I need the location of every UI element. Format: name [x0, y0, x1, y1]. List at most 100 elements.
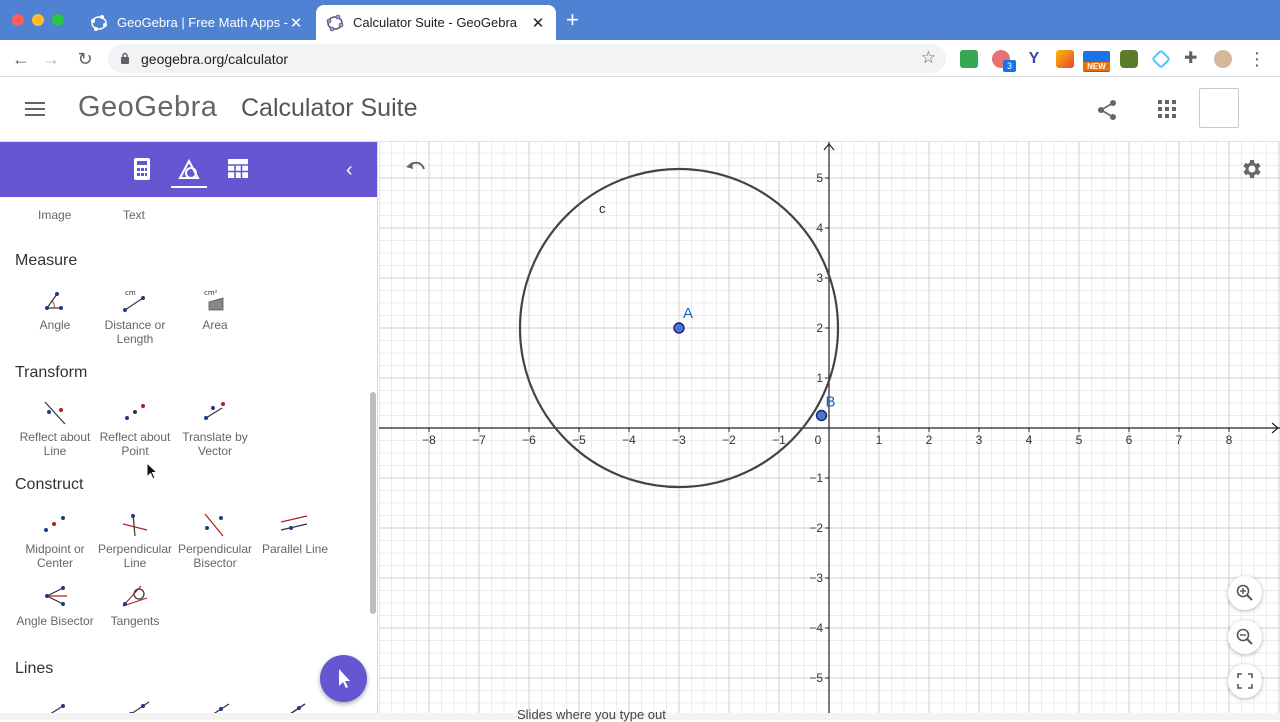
y-tick-label: −1 — [809, 471, 823, 485]
tool-angle[interactable]: Angle — [15, 286, 95, 332]
extension-badge: 3 — [1003, 60, 1016, 72]
share-icon[interactable] — [1096, 99, 1118, 121]
undo-icon[interactable] — [405, 158, 427, 178]
tool-label: Angle — [39, 318, 71, 332]
tool-angle-bisector[interactable]: Angle Bisector — [15, 582, 95, 628]
graphics-view[interactable]: −8 −7 −6 −5 −4 −3 −2 −1 0 1 2 3 4 5 6 7 8 5 4 3 2 1 −1 −2 −3 −4 −5… — [379, 142, 1280, 720]
x-tick-label: −4 — [622, 433, 636, 447]
fullscreen-icon — [1237, 673, 1253, 689]
omnibox[interactable]: geogebra.org/calculator ☆ — [108, 44, 946, 73]
back-icon[interactable]: ← — [10, 48, 32, 70]
parallel-line-icon — [280, 515, 308, 531]
extension-bolt-icon[interactable] — [1056, 50, 1074, 68]
x-tick-label: 7 — [1176, 433, 1183, 447]
profile-image[interactable] — [1199, 88, 1239, 128]
point-a — [673, 322, 685, 334]
zoom-in-icon — [1236, 584, 1253, 601]
panel-scrollbar[interactable] — [370, 392, 376, 614]
tool-perpendicular-line[interactable]: Perpendicular Line — [95, 510, 175, 570]
tool-parallel-line[interactable]: Parallel Line — [255, 510, 335, 556]
close-window-button[interactable] — [12, 14, 24, 26]
extension-new-label: NEW — [1083, 62, 1110, 71]
extension-camera-icon[interactable] — [1120, 50, 1138, 68]
x-tick-label: −7 — [472, 433, 486, 447]
tab-title: GeoGebra | Free Math Apps - u — [117, 15, 288, 30]
move-tool-button[interactable] — [320, 655, 367, 702]
point-a-label: A — [683, 305, 693, 322]
x-tick-label: −2 — [722, 433, 736, 447]
hamburger-menu-icon[interactable] — [25, 102, 45, 116]
tool-label: Midpoint or Center — [25, 542, 85, 570]
extension-new-icon[interactable]: NEW — [1083, 51, 1110, 72]
forward-icon[interactable]: → — [40, 48, 62, 70]
x-tick-label: −1 — [772, 433, 786, 447]
browser-tab[interactable]: GeoGebra | Free Math Apps - u ✕ — [80, 5, 314, 40]
tool-text[interactable]: Text — [123, 208, 145, 222]
tool-perpendicular-bisector[interactable]: Perpendicular Bisector — [175, 510, 255, 570]
tool-distance[interactable]: cm Distance or Length — [95, 286, 175, 346]
table-icon[interactable] — [226, 156, 250, 182]
tool-image[interactable]: Image — [38, 208, 71, 222]
zoom-out-button[interactable] — [1228, 620, 1262, 654]
collapse-panel-icon[interactable]: ‹ — [346, 159, 362, 181]
x-tick-label: 3 — [976, 433, 983, 447]
app-title: Calculator Suite — [241, 94, 418, 122]
zoom-out-icon — [1236, 628, 1253, 645]
algebra-calculator-icon[interactable] — [130, 156, 154, 182]
maximize-window-button[interactable] — [52, 14, 64, 26]
new-tab-button[interactable]: + — [566, 9, 579, 31]
x-tick-label: −8 — [422, 433, 436, 447]
tool-midpoint[interactable]: Midpoint or Center — [15, 510, 95, 570]
perpendicular-line-icon — [122, 513, 148, 537]
y-tick-label: −3 — [809, 571, 823, 585]
fullscreen-button[interactable] — [1228, 664, 1262, 698]
x-tick-label: 1 — [876, 433, 883, 447]
close-tab-icon[interactable]: ✕ — [288, 14, 304, 32]
apps-grid-icon[interactable] — [1158, 100, 1176, 118]
zoom-in-button[interactable] — [1228, 576, 1262, 610]
extension-sheets-icon[interactable] — [960, 50, 978, 68]
tool-label: Reflect about Line — [19, 430, 91, 458]
geogebra-favicon-icon — [91, 14, 107, 31]
tab-title: Calculator Suite - GeoGebra — [353, 15, 518, 30]
browser-tab-active[interactable]: Calculator Suite - GeoGebra ✕ — [316, 5, 556, 40]
settings-gear-icon[interactable] — [1239, 157, 1263, 181]
circle-label: c — [599, 201, 606, 216]
tool-label: Reflect about Point — [99, 430, 171, 458]
y-tick-label: −4 — [809, 621, 823, 635]
tool-tangents[interactable]: Tangents — [95, 582, 175, 628]
panel-toolbar: ‹ — [0, 142, 377, 197]
midpoint-icon — [44, 516, 65, 532]
profile-avatar-icon[interactable] — [1214, 50, 1232, 68]
x-tick-label: 4 — [1026, 433, 1033, 447]
tool-translate-vector[interactable]: Translate by Vector — [175, 398, 255, 458]
angle-bisector-icon — [45, 586, 67, 606]
x-tick-label: 5 — [1076, 433, 1083, 447]
tool-area[interactable]: cm² Area — [175, 286, 255, 332]
url-text: geogebra.org/calculator — [141, 51, 289, 67]
y-tick-label: −5 — [809, 671, 823, 685]
point-b-label: B — [826, 394, 836, 411]
browser-menu-icon[interactable]: ⋮ — [1248, 50, 1266, 68]
geogebra-logo[interactable]: GeoGebra — [78, 91, 217, 124]
y-tick-label: 1 — [816, 371, 823, 385]
extension-y-icon[interactable]: Y — [1025, 50, 1043, 68]
reload-icon[interactable]: ↻ — [74, 48, 96, 70]
pointer-arrow-icon — [339, 669, 350, 688]
bookmark-star-icon[interactable]: ☆ — [921, 48, 936, 68]
tool-reflect-line[interactable]: Reflect about Line — [15, 398, 95, 458]
tool-label: Perpendicular Line — [97, 542, 173, 570]
distance-icon: cm — [123, 289, 145, 312]
extension-diamond-icon[interactable] — [1151, 49, 1171, 69]
section-title-measure: Measure — [15, 252, 78, 269]
close-tab-icon[interactable]: ✕ — [530, 14, 546, 32]
tool-reflect-point[interactable]: Reflect about Point — [95, 398, 175, 458]
mouse-cursor-icon — [146, 462, 158, 480]
extensions-puzzle-icon[interactable]: ✚ — [1184, 50, 1202, 68]
tools-geometry-icon[interactable] — [177, 156, 201, 182]
reflect-line-icon — [44, 401, 66, 425]
tangents-icon — [122, 585, 148, 607]
tools-panel: ‹ Image Text Measure Angle cm Distance o… — [0, 142, 378, 720]
minimize-window-button[interactable] — [32, 14, 44, 26]
tool-label: Perpendicular Bisector — [177, 542, 253, 570]
